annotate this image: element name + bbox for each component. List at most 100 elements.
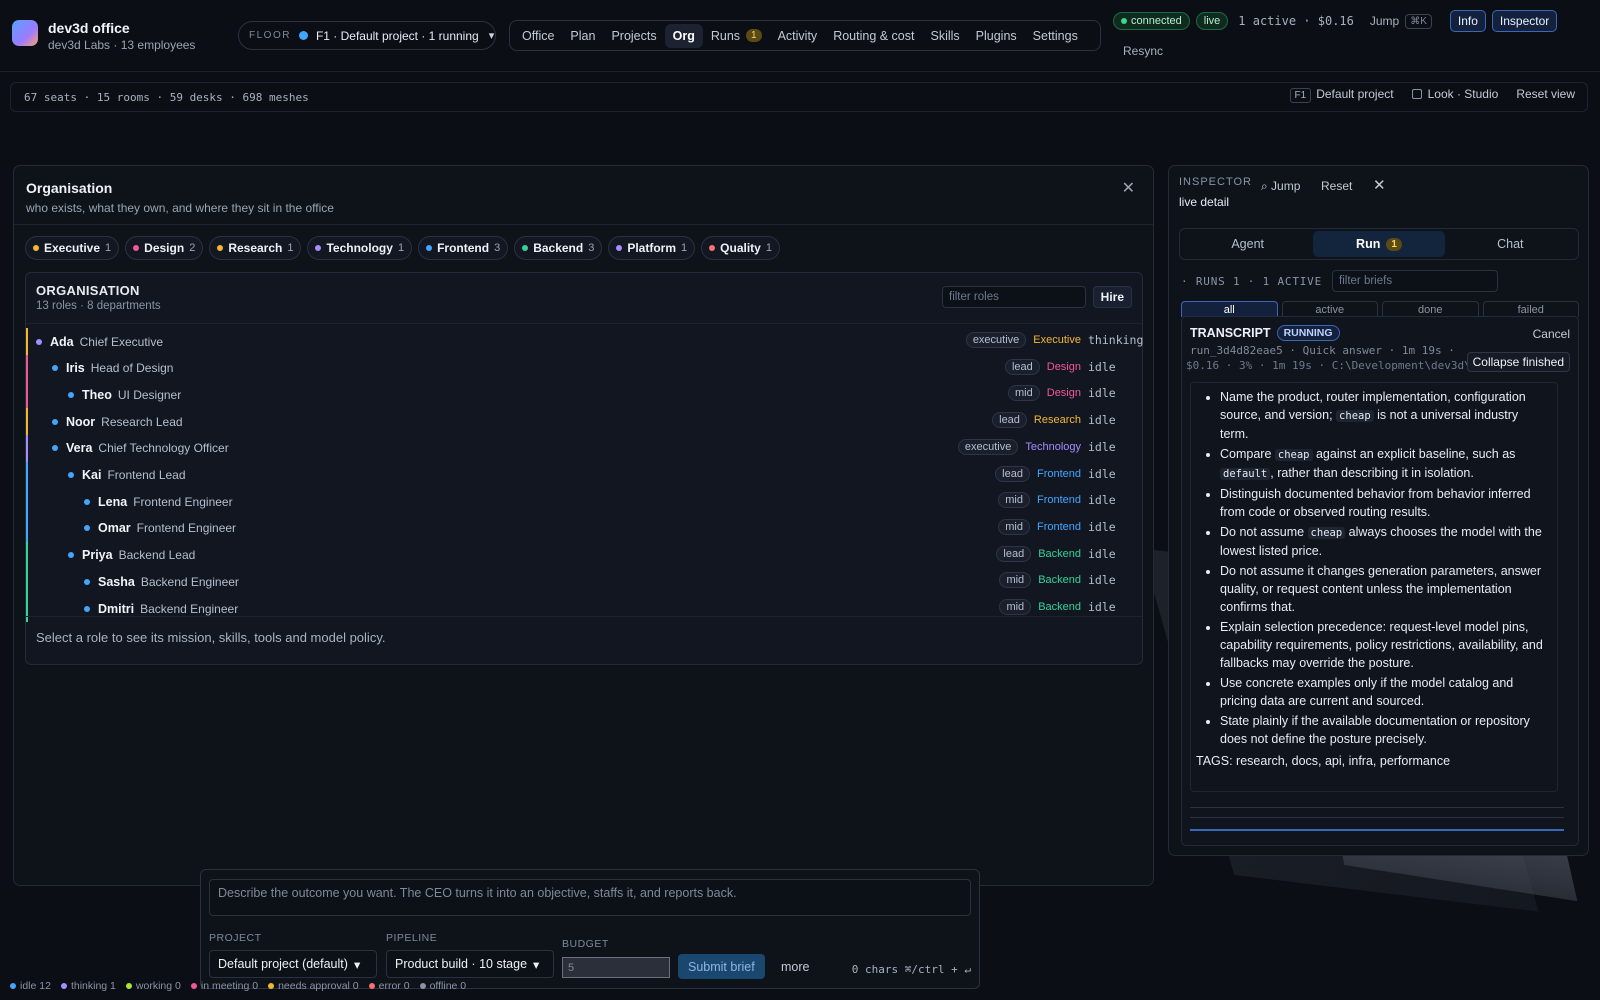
inspector-jump-button[interactable]: ⌕ Jump xyxy=(1261,179,1300,194)
dept-chip-platform[interactable]: Platform 1 xyxy=(608,236,696,260)
dept-chip-design[interactable]: Design 2 xyxy=(125,236,204,260)
tab-org[interactable]: Org xyxy=(664,23,703,48)
jump-button[interactable]: Jump xyxy=(1370,14,1399,28)
dept-chip-executive[interactable]: Executive 1 xyxy=(25,236,120,260)
hire-button[interactable]: Hire xyxy=(1092,286,1132,308)
transcript-title: TRANSCRIPT xyxy=(1190,326,1271,340)
pipeline-select[interactable]: Product build · 10 stage ▾ xyxy=(386,950,554,978)
tab-plugins[interactable]: Plugins xyxy=(968,24,1025,48)
tab-settings[interactable]: Settings xyxy=(1025,24,1086,48)
inspector-tab-run[interactable]: Run 1 xyxy=(1313,231,1445,257)
top-bar: dev3d office dev3d Labs · 13 employees F… xyxy=(0,0,1600,72)
level-badge: executive xyxy=(957,438,1019,455)
dept-chip-quality[interactable]: Quality 1 xyxy=(701,236,780,260)
role-row-theo[interactable]: Theo UI Designer mid Design idle xyxy=(26,381,1142,409)
floor-value: F1 · Default project · 1 running xyxy=(315,28,479,43)
floor-selector[interactable]: FLOOR F1 · Default project · 1 running ▾ xyxy=(238,21,496,50)
role-name: Ada xyxy=(50,334,74,349)
dept-chip-frontend[interactable]: Frontend 3 xyxy=(418,236,509,260)
inline-code: cheap xyxy=(1274,449,1313,461)
running-badge: RUNNING xyxy=(1276,325,1340,341)
tab-plan[interactable]: Plan xyxy=(562,24,603,48)
tab-projects[interactable]: Projects xyxy=(603,24,664,48)
inspector-tab-agent[interactable]: Agent xyxy=(1182,231,1313,257)
status-dot-icon xyxy=(52,445,58,452)
resync-button[interactable]: Resync xyxy=(1123,44,1163,58)
guideline-item: Compare cheap against an explicit baseli… xyxy=(1220,445,1547,483)
agent-status: idle xyxy=(1088,359,1116,374)
look-toggle[interactable]: Look · Studio xyxy=(1411,87,1498,101)
status-dot-icon xyxy=(68,552,74,559)
legend-in-meeting-0: in meeting 0 xyxy=(190,980,258,992)
filter-briefs-input[interactable] xyxy=(1332,270,1499,292)
inspector-tab-chat[interactable]: Chat xyxy=(1445,231,1576,257)
dept-chip-research[interactable]: Research 1 xyxy=(209,236,302,260)
tab-skills[interactable]: Skills xyxy=(922,24,967,48)
dept-chip-backend[interactable]: Backend 3 xyxy=(514,236,603,260)
run-filter-done[interactable]: done xyxy=(1382,301,1479,317)
dept-chip-technology[interactable]: Technology 1 xyxy=(307,236,413,260)
transcript-tags: TAGS: research, docs, api, infra, perfor… xyxy=(1196,754,1451,768)
status-dot-icon xyxy=(125,983,132,989)
run-filter-active[interactable]: active xyxy=(1281,301,1378,317)
role-name: Sasha xyxy=(98,574,135,589)
tab-activity[interactable]: Activity xyxy=(770,24,826,48)
collapse-finished-button[interactable]: Collapse finished xyxy=(1466,352,1570,372)
brief-input[interactable] xyxy=(209,879,971,916)
department-filters: Executive 1 Design 2 Research 1 Technology 1 Fro… xyxy=(25,236,780,260)
connected-dot-icon xyxy=(1121,18,1127,24)
role-row-priya[interactable]: Priya Backend Lead lead Backend idle xyxy=(26,541,1142,569)
tab-routing-cost[interactable]: Routing & cost xyxy=(825,24,922,48)
chevron-down-icon: ▾ xyxy=(533,957,540,972)
role-row-lena[interactable]: Lena Frontend Engineer mid Frontend idle xyxy=(26,488,1142,516)
info-button[interactable]: Info xyxy=(1449,10,1486,32)
jump-shortcut: ⌘K xyxy=(1405,13,1432,29)
role-name: Iris xyxy=(66,361,85,376)
inspector-button[interactable]: Inspector xyxy=(1491,10,1558,32)
project-label: PROJECT xyxy=(209,932,262,944)
legend-needs-approval-0: needs approval 0 xyxy=(268,980,359,992)
tab-runs[interactable]: Runs 1 xyxy=(703,24,770,48)
role-row-ada[interactable]: Ada Chief Executive executive Executive thin… xyxy=(26,328,1143,355)
dept-dot-icon xyxy=(522,245,529,251)
dept-dot-icon xyxy=(217,245,224,251)
org-box-title: ORGANISATION xyxy=(36,283,140,298)
char-count: 0 chars ⌘/ctrl + ↵ xyxy=(851,963,971,976)
status-dot-icon xyxy=(52,418,58,425)
role-row-kai[interactable]: Kai Frontend Lead lead Frontend idle xyxy=(26,461,1142,489)
role-row-iris[interactable]: Iris Head of Design lead Design idle xyxy=(26,354,1142,382)
filter-roles-input[interactable] xyxy=(942,286,1086,308)
department-label: Executive xyxy=(1033,334,1081,346)
project-chip[interactable]: F1 Default project xyxy=(1289,87,1394,103)
close-icon[interactable]: ✕ xyxy=(1122,178,1135,198)
tab-office[interactable]: Office xyxy=(514,24,562,48)
project-select[interactable]: Default project (default) ▾ xyxy=(209,950,377,978)
close-icon[interactable]: ✕ xyxy=(1373,176,1386,194)
floor-status-dot-icon xyxy=(298,31,308,40)
divider xyxy=(1190,817,1564,818)
role-name: Dmitri xyxy=(98,601,135,616)
role-row-sasha[interactable]: Sasha Backend Engineer mid Backend idle xyxy=(26,568,1142,596)
inspector-reset-button[interactable]: Reset xyxy=(1321,179,1352,193)
run-filter-all[interactable]: all xyxy=(1181,301,1278,317)
dept-dot-icon xyxy=(133,245,140,251)
role-detail-hint: Select a role to see its mission, skills… xyxy=(26,616,1142,664)
role-row-noor[interactable]: Noor Research Lead lead Research idle xyxy=(26,408,1142,436)
role-row-vera[interactable]: Vera Chief Technology Officer executive Tec… xyxy=(26,434,1142,462)
submit-brief-button[interactable]: Submit brief xyxy=(678,954,765,979)
agent-status: idle xyxy=(1088,519,1116,534)
role-name: Kai xyxy=(82,468,102,482)
status-dot-icon xyxy=(190,983,197,989)
run-filter-failed[interactable]: failed xyxy=(1482,301,1579,317)
level-badge: mid xyxy=(999,599,1032,615)
reset-view-button[interactable]: Reset view xyxy=(1516,87,1575,101)
cancel-run-button[interactable]: Cancel xyxy=(1533,327,1570,341)
status-dot-icon xyxy=(84,605,90,612)
guideline-item: Name the product, router implementation,… xyxy=(1220,388,1547,443)
role-row-omar[interactable]: Omar Frontend Engineer mid Frontend idle xyxy=(26,514,1142,542)
more-button[interactable]: more xyxy=(781,960,809,974)
agent-status: idle xyxy=(1088,546,1116,561)
budget-input[interactable] xyxy=(562,957,670,978)
level-badge: mid xyxy=(1008,385,1040,402)
status-dot-icon xyxy=(68,472,74,478)
